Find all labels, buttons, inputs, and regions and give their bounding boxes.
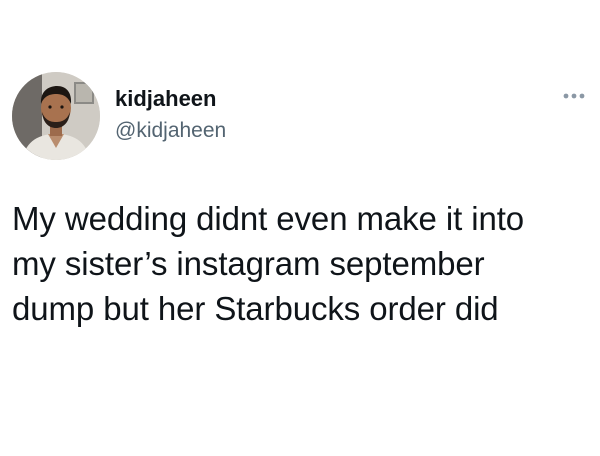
tweet-text: My wedding didnt even make it into my si… — [12, 200, 525, 327]
author-handle[interactable]: @kidjaheen — [115, 118, 226, 144]
tweet-card: kidjaheen @kidjaheen My wedding didnt ev… — [0, 0, 600, 456]
more-options-icon[interactable] — [563, 92, 585, 100]
avatar[interactable] — [12, 72, 100, 160]
author-display-name[interactable]: kidjaheen — [115, 86, 216, 112]
profile-photo-icon — [12, 72, 100, 160]
